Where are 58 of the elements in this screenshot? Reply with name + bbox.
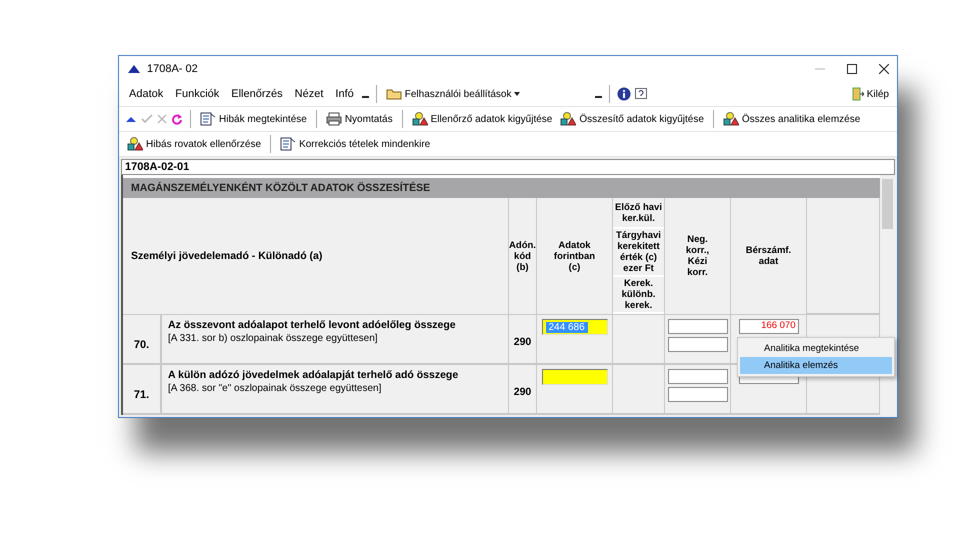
toolbar-button[interactable]: Összes analitika elemzése [720, 111, 862, 127]
row-number: 71. [134, 389, 150, 401]
menu-item[interactable]: Ellenőrzés [227, 86, 287, 102]
maximize-icon[interactable] [847, 64, 857, 74]
door-icon [852, 87, 864, 101]
column-header: Adón. kód (b) [509, 198, 537, 315]
input-field[interactable] [668, 387, 728, 402]
up-arrow-icon[interactable] [125, 114, 137, 124]
document-icon [200, 112, 216, 126]
payroll-field[interactable]: 166 070 [738, 319, 798, 334]
refresh-icon[interactable] [171, 113, 183, 125]
row-title: A külön adózó jövedelmek adóalapját terhelő adó összege [168, 369, 458, 381]
close-icon[interactable] [879, 64, 889, 74]
info-icon[interactable] [617, 87, 632, 101]
menu-item[interactable]: Adatok [125, 86, 168, 102]
menu-item[interactable]: Infó [331, 86, 358, 102]
input-field[interactable] [668, 337, 728, 352]
window-title: 1708A- 02 [147, 63, 198, 75]
column-header: Bérszámf. adat [731, 198, 807, 315]
column-header: Tárgyhavi kerekitett érték (c) ezer Ft [613, 229, 664, 277]
column-header: Adatok forintban (c) [537, 198, 613, 315]
amount-field[interactable] [542, 369, 608, 385]
shapes-icon [560, 112, 576, 126]
app-logo-icon [127, 64, 141, 74]
exit-button[interactable]: Kilép [850, 86, 891, 102]
folder-icon [386, 88, 402, 100]
shapes-icon [127, 137, 143, 151]
toolbar-button[interactable]: Nyomtatás [324, 111, 395, 127]
column-header: Kerek. különb. kerek. [613, 277, 664, 314]
toolbar-button[interactable]: Hibák megtekintése [198, 111, 309, 127]
column-header: Neg. korr., Kézi korr. [665, 198, 731, 315]
form-id: 1708A-02-01 [125, 161, 190, 173]
row-code: 290 [514, 336, 532, 348]
context-menu-item[interactable]: Analitika megtekintése [740, 340, 892, 357]
section-title: MAGÁNSZEMÉLYENKÉNT KÖZÖLT ADATOK ÖSSZESÍTÉSE [123, 178, 880, 198]
row-subtitle: [A 331. sor b) oszlopainak összege együttesen] [168, 333, 378, 344]
row-subtitle: [A 368. sor "e" oszlopainak összege együttesen] [168, 383, 382, 394]
toolbar-button[interactable]: Hibás rovatok ellenőrzése [125, 136, 264, 152]
help-icon[interactable] [635, 88, 648, 100]
settings-menu-button[interactable]: Felhasználói beállítások [384, 87, 522, 101]
column-header: Személyi jövedelemadó - Különadó (a) [131, 250, 322, 262]
input-field[interactable] [668, 319, 728, 334]
menu-item[interactable]: Funkciók [171, 86, 224, 102]
toolbar-button[interactable]: Összesítő adatok kigyűjtése [558, 111, 706, 127]
shapes-icon [722, 112, 739, 126]
row-title: Az összevont adóalapot terhelő levont adóelőleg összege [168, 319, 456, 331]
printer-icon [326, 112, 342, 126]
context-menu-item[interactable]: Analitika elemzés [740, 357, 892, 374]
row-number: 70. [134, 339, 150, 351]
input-field[interactable] [668, 369, 728, 384]
document-icon [280, 137, 296, 151]
column-header: Előző havi ker.kül. [613, 198, 664, 229]
toolbar-button[interactable]: Korrekciós tételek mindenkire [278, 136, 432, 152]
row-code: 290 [514, 386, 532, 398]
toolbar-button[interactable]: Ellenőrző adatok kigyűjtése [410, 111, 554, 127]
shapes-icon [412, 112, 428, 126]
caret-icon [514, 92, 520, 96]
menu-item[interactable]: Nézet [290, 86, 328, 102]
